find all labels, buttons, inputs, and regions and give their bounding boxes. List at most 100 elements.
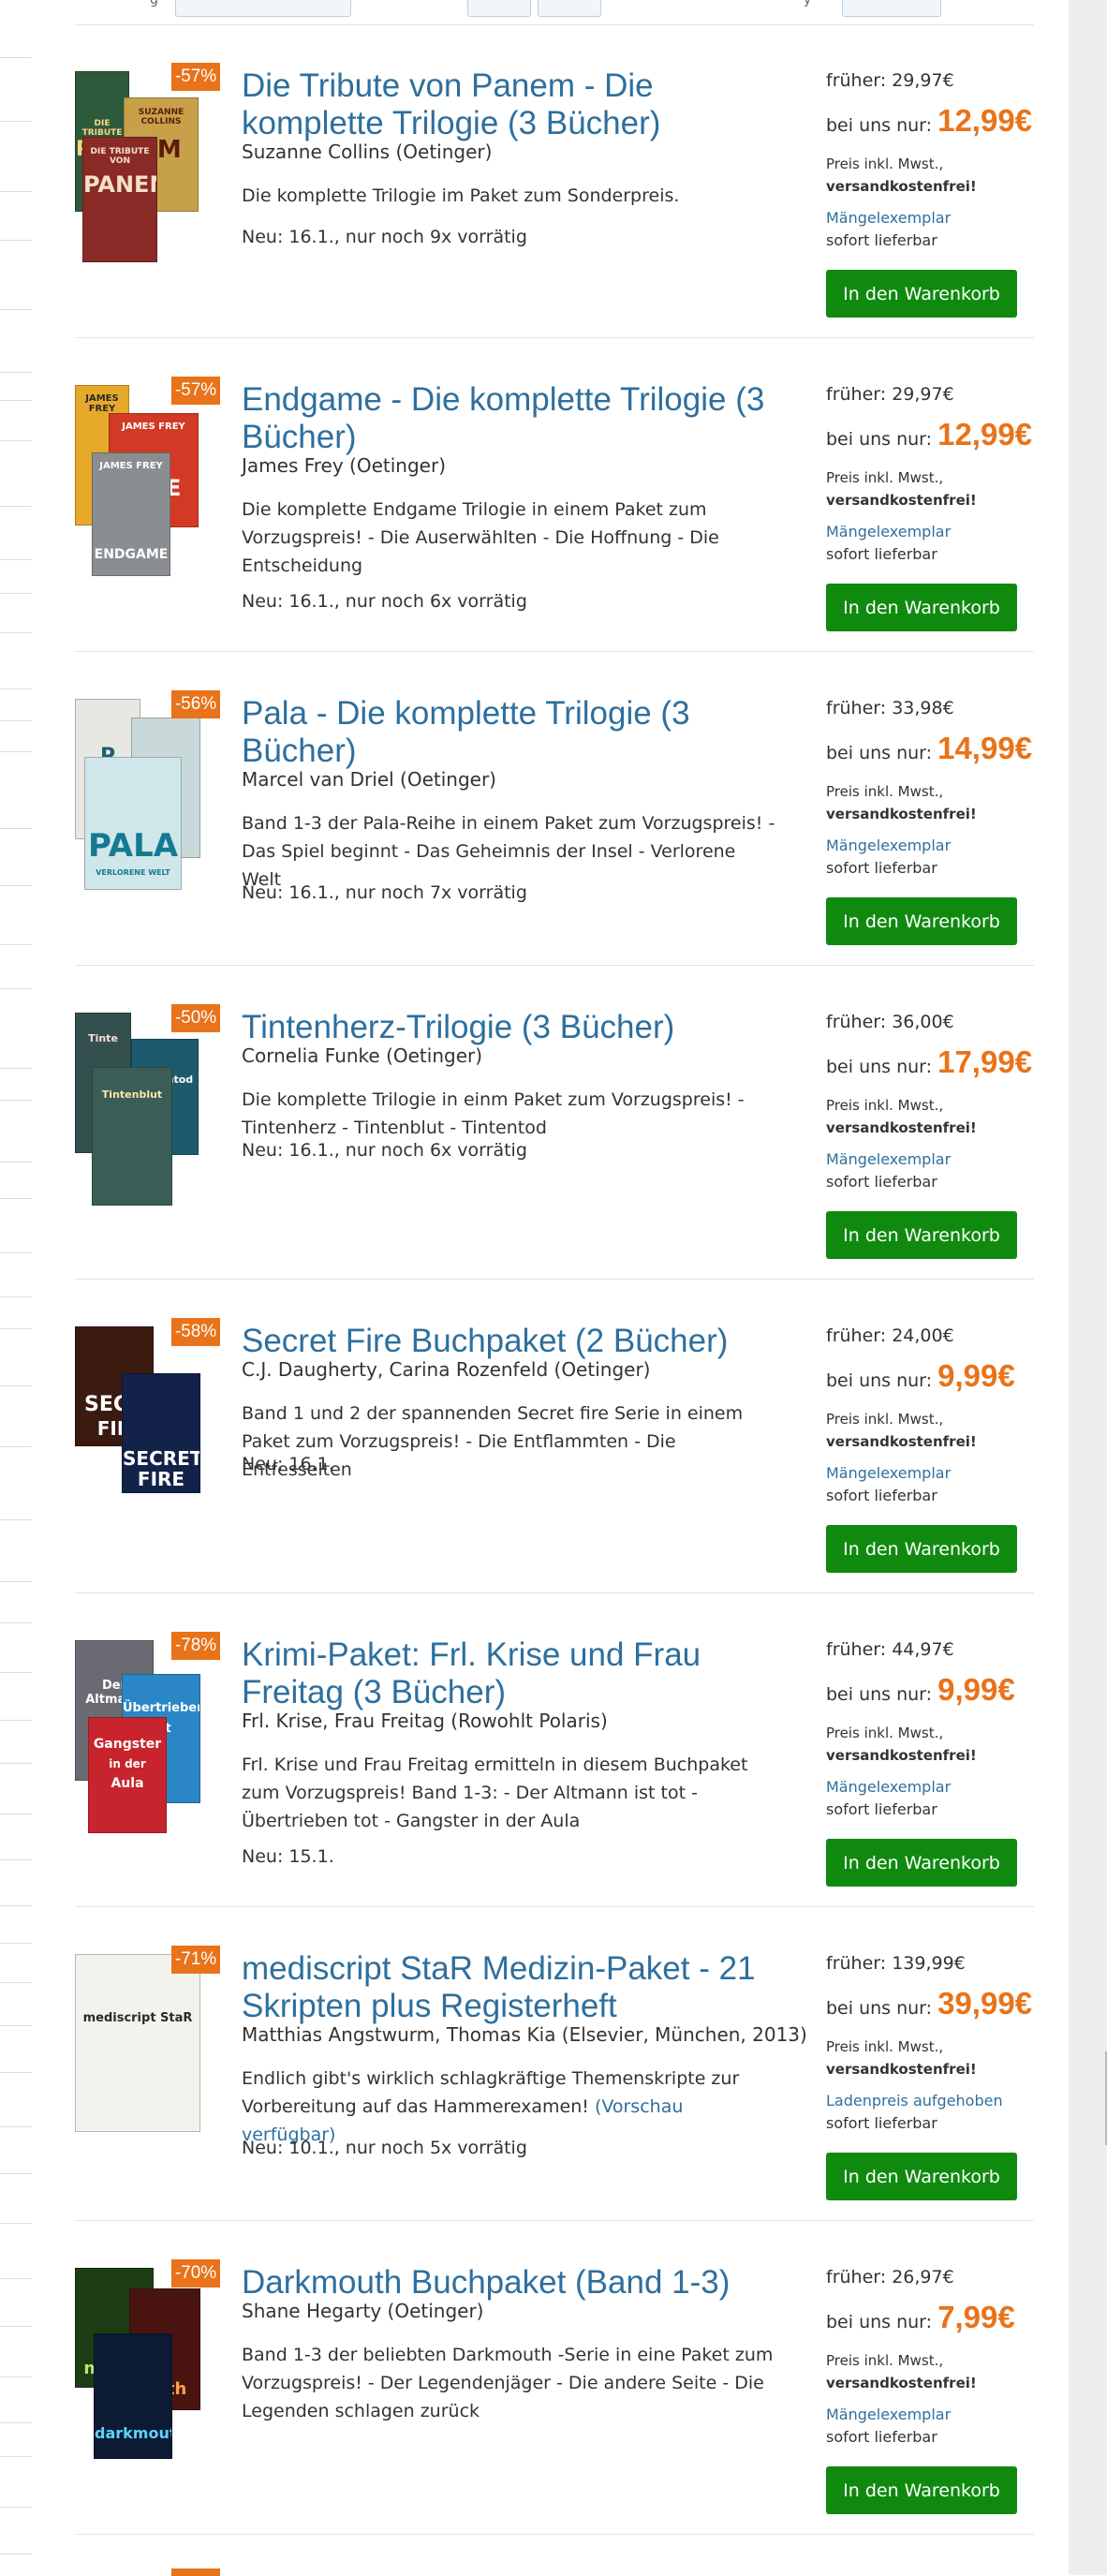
gutter-tick: [0, 1859, 32, 1860]
tax-note: Preis inkl. Mwst., versandkostenfrei!: [826, 780, 1041, 825]
add-to-cart-button[interactable]: In den Warenkorb: [826, 2466, 1017, 2514]
product-cover-image[interactable]: PAPALAVERLORENE WELT: [75, 699, 200, 891]
filter-label-fragment: g: [150, 0, 158, 7]
product-title-link[interactable]: Pala - Die komplette Trilogie (3 Bücher): [242, 695, 794, 770]
scrollbar[interactable]: [1069, 0, 1107, 2575]
book-cover: Gangster in der Aula: [88, 1717, 167, 1833]
gutter-tick: [0, 506, 32, 507]
gutter-tick: [0, 1720, 32, 1721]
book-cover-text: darkmouth: [95, 2424, 171, 2442]
gutter-tick: [0, 1763, 32, 1764]
tax-note: Preis inkl. Mwst., versandkostenfrei!: [826, 2349, 1041, 2394]
gutter-tick: [0, 751, 32, 752]
condition-link[interactable]: Mängelexemplar: [826, 1462, 1041, 1485]
old-price-label: früher:: [826, 2267, 893, 2287]
gutter-tick: [0, 593, 32, 594]
add-to-cart-button[interactable]: In den Warenkorb: [826, 1525, 1017, 1573]
condition-link[interactable]: Mängelexemplar: [826, 1776, 1041, 1799]
product-cover-image[interactable]: JAMES FREYEJAMES FREYAMEJAMES FREYENDGAM…: [75, 385, 200, 577]
product-availability: Neu: 16.1., nur noch 6x vorrätig: [242, 591, 527, 612]
add-to-cart-button[interactable]: In den Warenkorb: [826, 897, 1017, 945]
our-price: bei uns nur: 39,99€: [826, 1985, 1041, 2022]
product-description: Endlich gibt's wirklich schlagkräftige T…: [242, 2065, 775, 2149]
discount-badge: -57%: [171, 63, 220, 91]
gutter-tick: [0, 1982, 32, 1983]
old-price-value: 44,97€: [892, 1639, 954, 1660]
our-price: bei uns nur: 12,99€: [826, 102, 1041, 140]
delivery-status: sofort lieferbar: [826, 545, 937, 563]
book-cover-text: Aula: [111, 1776, 144, 1791]
product-author: Suzanne Collins (Oetinger): [242, 141, 493, 163]
tax-line: Preis inkl. Mwst.,: [826, 469, 944, 486]
product-cover-image[interactable]: mouthouthdarkmouth: [75, 2268, 200, 2460]
product-cover-image[interactable]: DIE TRIBUTE VON PANEMPANEM SUZANNE COLLIN…: [75, 71, 200, 263]
price-column: früher: 29,97€ bei uns nur: 12,99€ Preis i…: [826, 67, 1041, 318]
product-author: Matthias Angstwurm, Thomas Kia (Elsevier…: [242, 2023, 807, 2046]
product-title-link[interactable]: Secret Fire Buchpaket (2 Bücher): [242, 1323, 794, 1360]
filter-select-1[interactable]: [175, 0, 351, 17]
delivery-status: sofort lieferbar: [826, 2428, 937, 2446]
gutter-tick: [0, 1622, 32, 1623]
product-author: Frl. Krise, Frau Freitag (Rowohlt Polari…: [242, 1710, 608, 1732]
tax-note: Preis inkl. Mwst., versandkostenfrei!: [826, 1408, 1041, 1453]
product-title-link[interactable]: mediscript StaR Medizin-Paket - 21 Skrip…: [242, 1950, 794, 2025]
delivery-status: sofort lieferbar: [826, 1800, 937, 1818]
product-author: Cornelia Funke (Oetinger): [242, 1044, 483, 1067]
gutter-tick: [0, 191, 32, 192]
price-column: früher: 44,97€ bei uns nur: 9,99€ Preis in…: [826, 1636, 1041, 1887]
filter-select-4[interactable]: [842, 0, 941, 17]
description-text: Frl. Krise und Frau Freitag ermitteln in…: [242, 1754, 748, 1831]
condition-link[interactable]: Mängelexemplar: [826, 835, 1041, 857]
condition-link[interactable]: Mängelexemplar: [826, 521, 1041, 543]
old-price: früher: 29,97€: [826, 381, 1041, 407]
condition-link[interactable]: Mängelexemplar: [826, 207, 1041, 229]
book-cover-text: PALA: [87, 827, 179, 865]
product-cover-image[interactable]: SECR FIR SECRET FIRE: [75, 1326, 200, 1518]
old-price-value: 33,98€: [892, 698, 954, 718]
book-cover-text: Tintenblut: [101, 1088, 163, 1101]
our-price: bei uns nur: 9,99€: [826, 1357, 1041, 1395]
product-title-link[interactable]: Tintenherz-Trilogie (3 Bücher): [242, 1009, 794, 1046]
delivery-status: sofort lieferbar: [826, 859, 937, 877]
free-shipping-note: versandkostenfrei!: [826, 1119, 977, 1136]
add-to-cart-button[interactable]: In den Warenkorb: [826, 1211, 1017, 1259]
gutter-tick: [0, 309, 32, 310]
our-price-value: 9,99€: [937, 1672, 1015, 1707]
condition-link[interactable]: Ladenpreis aufgehoben: [826, 2090, 1041, 2112]
add-to-cart-button[interactable]: In den Warenkorb: [826, 270, 1017, 318]
condition-link[interactable]: Mängelexemplar: [826, 2404, 1041, 2426]
gutter-tick: [0, 1198, 32, 1199]
filter-select-3[interactable]: [538, 0, 601, 17]
product-cover-image[interactable]: mediscript StaR: [75, 1954, 200, 2146]
product-title-link[interactable]: Krimi-Paket: Frl. Krise und Frau Freitag…: [242, 1636, 794, 1711]
gutter-tick: [0, 559, 32, 560]
gutter-tick: [0, 1100, 32, 1101]
product-title-link[interactable]: Darkmouth Buchpaket (Band 1-3): [242, 2264, 794, 2302]
add-to-cart-button[interactable]: In den Warenkorb: [826, 584, 1017, 631]
product-title-link[interactable]: Endgame - Die komplette Trilogie (3 Büch…: [242, 381, 794, 456]
product-cover-image[interactable]: TinteTintentodTintenblut: [75, 1013, 200, 1206]
add-to-cart-button[interactable]: In den Warenkorb: [826, 2153, 1017, 2200]
our-price-value: 14,99€: [937, 731, 1033, 765]
our-price: bei uns nur: 7,99€: [826, 2299, 1041, 2336]
book-cover-text: SECRET: [123, 1447, 200, 1470]
add-to-cart-button[interactable]: In den Warenkorb: [826, 1839, 1017, 1887]
gutter-tick: [0, 2173, 32, 2174]
discount-badge: -78%: [171, 1632, 220, 1660]
gutter-tick: [0, 1296, 32, 1297]
gutter-tick: [0, 632, 32, 633]
product-title-link[interactable]: Die Tribute von Panem - Die komplette Tr…: [242, 67, 794, 142]
gutter-tick: [0, 2072, 32, 2073]
product-cover-image[interactable]: Der AltmannÜbertriebentotGangsterin derA…: [75, 1640, 200, 1833]
gutter-tick: [0, 1252, 32, 1253]
our-price: bei uns nur: 9,99€: [826, 1671, 1041, 1709]
old-price: früher: 139,99€: [826, 1950, 1041, 1976]
gutter-tick: [0, 2025, 32, 2026]
old-price: früher: 26,97€: [826, 2264, 1041, 2290]
condition-link[interactable]: Mängelexemplar: [826, 1148, 1041, 1171]
filter-select-2[interactable]: [467, 0, 531, 17]
book-cover-text: mediscript StaR: [82, 2011, 193, 2025]
product-item: PAPALAVERLORENE WELT-56%Pala - Die kompl…: [75, 652, 1034, 966]
product-description: Frl. Krise und Frau Freitag ermitteln in…: [242, 1751, 775, 1835]
description-text: Band 1-3 der Pala-Reihe in einem Paket z…: [242, 813, 775, 890]
